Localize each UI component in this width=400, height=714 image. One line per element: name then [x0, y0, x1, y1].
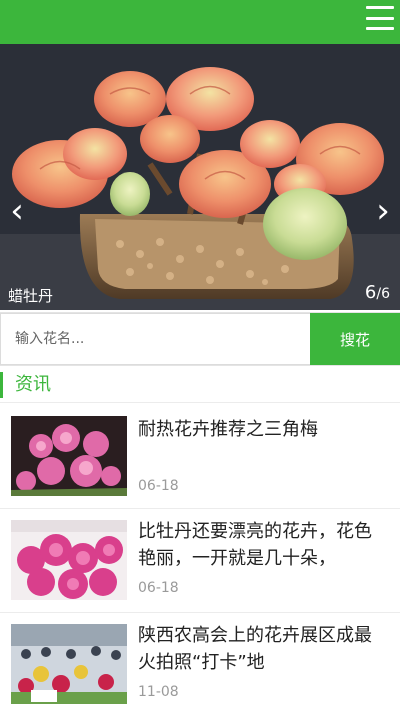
banner-caption: 蜡牡丹	[8, 287, 54, 305]
carousel-prev-arrow-icon[interactable]: ‹	[4, 194, 30, 228]
top-bar	[0, 0, 400, 44]
search-bar: 搜花	[0, 312, 400, 366]
menu-line	[366, 27, 394, 30]
news-thumbnail	[11, 520, 127, 600]
news-title: 耐热花卉推荐之三角梅	[138, 419, 318, 440]
news-date: 06-18	[138, 580, 179, 596]
search-input[interactable]	[0, 313, 310, 365]
news-thumbnail	[11, 624, 127, 704]
banner-counter-total: /6	[376, 286, 390, 302]
hamburger-menu-icon[interactable]	[366, 6, 394, 30]
news-title: 陕西农高会上的花卉展区成最火拍照“打卡”地	[138, 625, 372, 673]
news-item[interactable]: 比牡丹还要漂亮的花卉，花色艳丽，一开就是几十朵， 06-18	[0, 510, 400, 610]
news-title: 比牡丹还要漂亮的花卉，花色艳丽，一开就是几十朵，	[138, 521, 372, 569]
section-divider	[0, 402, 400, 403]
carousel-next-arrow-icon[interactable]: ›	[370, 194, 396, 228]
banner-counter: 6/6	[365, 282, 390, 303]
news-item[interactable]: 耐热花卉推荐之三角梅 06-18	[0, 406, 400, 506]
news-divider	[0, 508, 400, 509]
banner-image	[0, 44, 400, 310]
news-item[interactable]: 陕西农高会上的花卉展区成最火拍照“打卡”地 11-08	[0, 614, 400, 714]
menu-line	[366, 6, 394, 9]
banner-counter-current: 6	[364, 282, 377, 303]
menu-line	[366, 16, 394, 20]
news-date: 11-08	[138, 684, 179, 700]
section-title-news: 资讯	[0, 372, 51, 398]
news-thumbnail	[11, 416, 127, 496]
news-date: 06-18	[138, 478, 179, 494]
news-divider	[0, 612, 400, 613]
banner-carousel[interactable]: ‹ ›	[0, 44, 400, 310]
search-button[interactable]: 搜花	[310, 313, 400, 365]
